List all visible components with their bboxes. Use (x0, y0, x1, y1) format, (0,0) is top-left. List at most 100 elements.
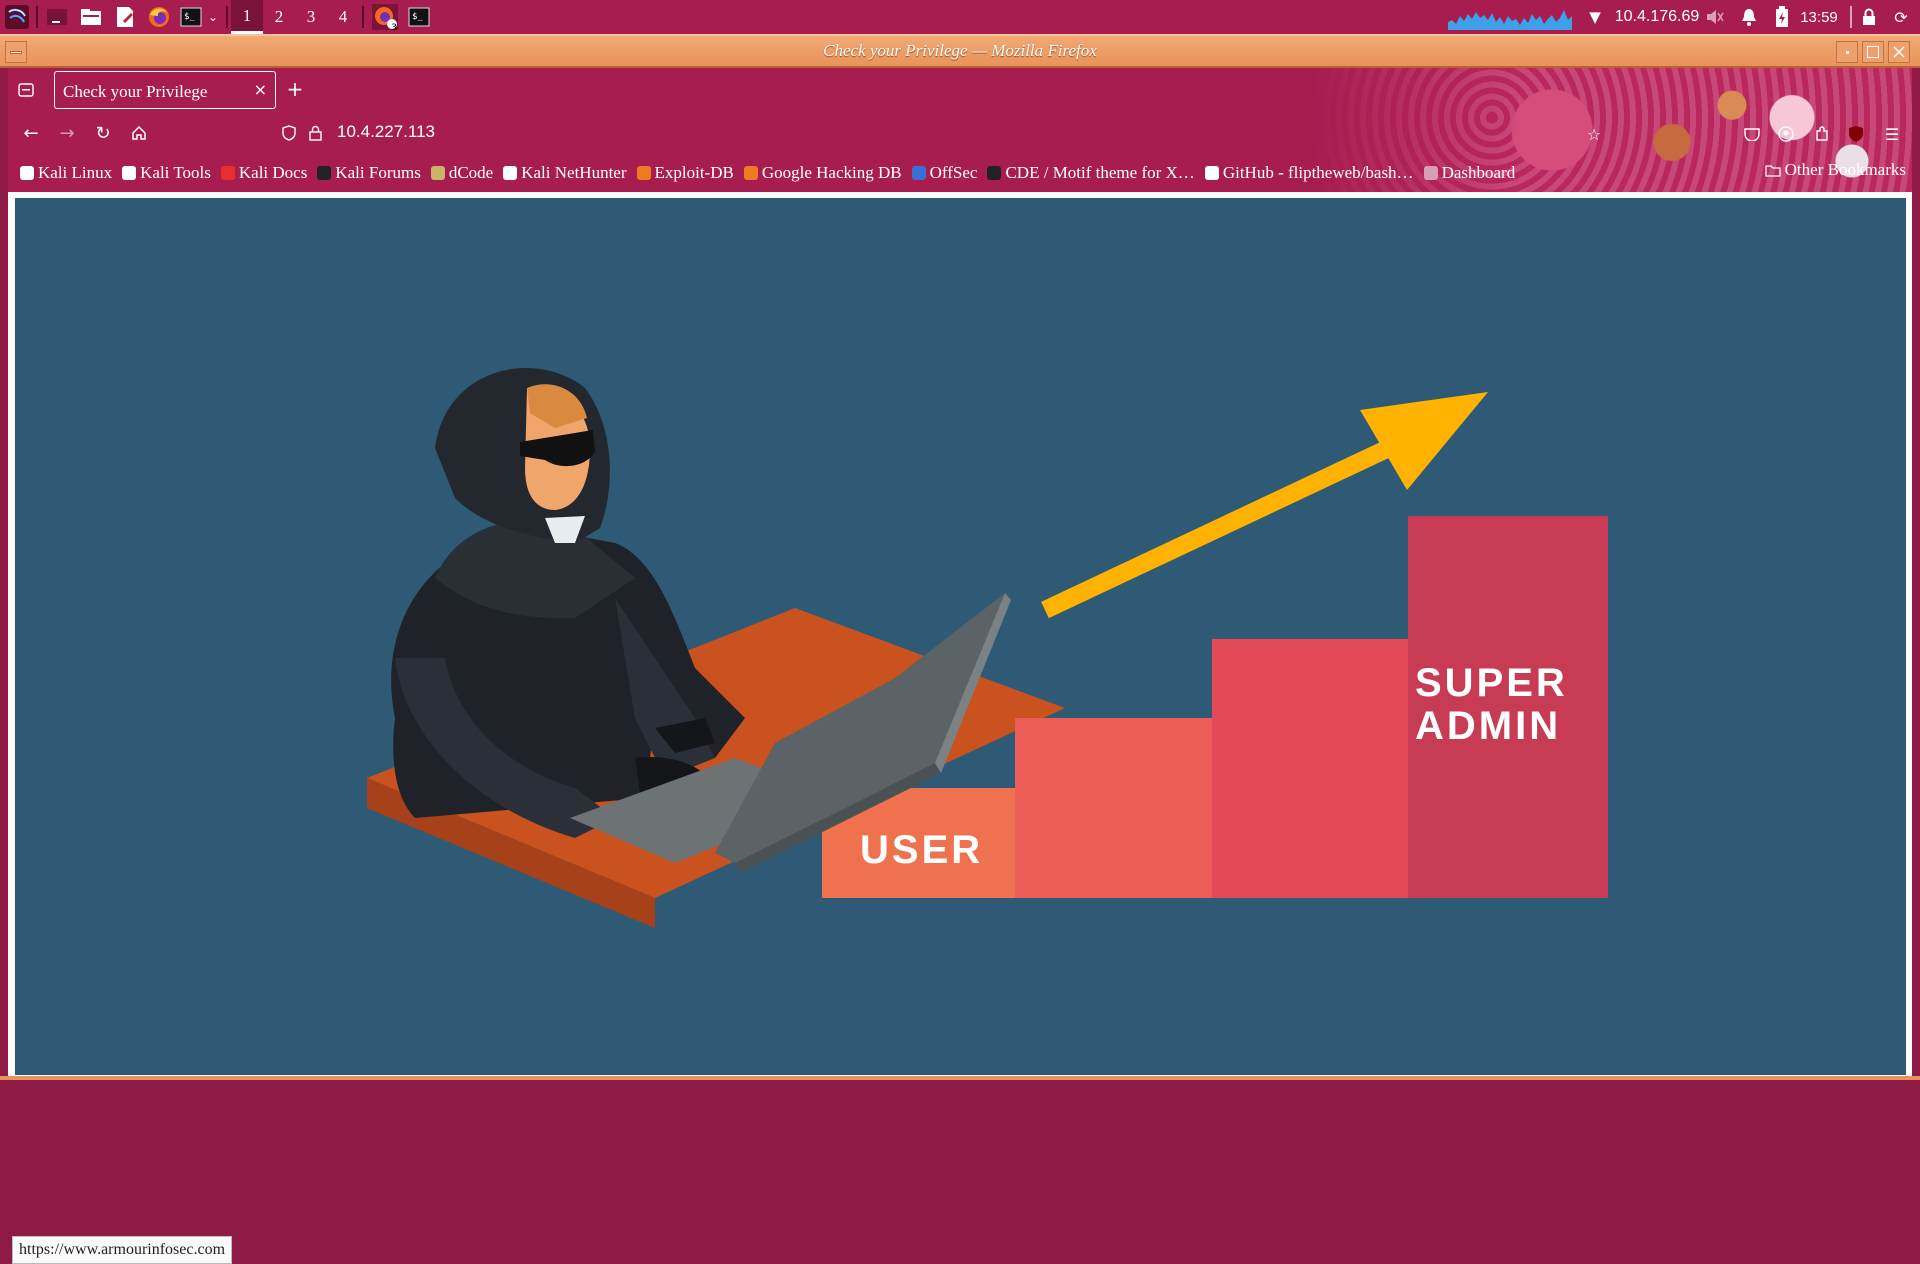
bookmark-item[interactable]: Kali NetHunter (499, 163, 632, 183)
bookmark-label: Kali Docs (238, 163, 308, 182)
workspace-3[interactable]: 3 (295, 0, 327, 34)
bookmark-favicon-icon (987, 166, 1002, 180)
bookmark-label: Kali NetHunter (521, 163, 627, 182)
tab-check-your-privilege[interactable]: Check your Privilege × (54, 71, 276, 109)
close-window-button[interactable] (1888, 41, 1910, 63)
bookmark-item[interactable]: CDE / Motif theme for X… (983, 163, 1200, 183)
browser-chrome: Check your Privilege × + ← → ↻ 10.4.227.… (8, 68, 1912, 192)
bookmark-label: Kali Forums (335, 163, 421, 182)
user-label: USER (860, 828, 983, 872)
bookmark-label: Dashboard (1441, 163, 1516, 182)
bookmark-favicon-icon (220, 166, 235, 180)
system-taskbar: $_ ⌄ 1 2 3 4 3 $_ ▼ 10.4.176.69 13:59 ⟳ (0, 0, 1920, 34)
text-editor-icon[interactable] (112, 3, 138, 31)
bookmark-item[interactable]: dCode (427, 163, 499, 183)
maximize-button[interactable] (1862, 41, 1884, 63)
extensions-icon[interactable] (1812, 124, 1832, 144)
firefox-window-button[interactable]: 3 (372, 3, 398, 33)
bookmark-item[interactable]: Dashboard (1420, 163, 1522, 183)
battery-charging-icon[interactable] (1772, 3, 1792, 31)
bookmark-favicon-icon (911, 166, 926, 180)
pocket-icon[interactable] (1742, 124, 1762, 144)
bookmark-label: Kali Tools (140, 163, 211, 182)
reload-icon[interactable]: ↻ (92, 122, 114, 144)
bookmark-label: OffSec (929, 163, 978, 182)
network-graph (1448, 3, 1572, 31)
window-title: Check your Privilege — Mozilla Firefox (823, 41, 1097, 60)
launcher-dropdown-icon[interactable]: ⌄ (206, 3, 220, 31)
workspace-4[interactable]: 4 (327, 0, 359, 34)
kali-menu-icon[interactable] (4, 3, 30, 31)
bookmark-item[interactable]: GitHub - flipthеweb/bash… (1201, 163, 1420, 183)
bookmark-label: Exploit-DB (654, 163, 734, 182)
other-bookmarks-label: Other Bookmarks (1784, 160, 1906, 179)
bookmark-item[interactable]: Kali Tools (118, 163, 217, 183)
bookmark-item[interactable]: Kali Forums (313, 163, 426, 183)
new-tab-button[interactable]: + (284, 77, 306, 101)
bookmark-label: GitHub - flipthеweb/bash… (1222, 163, 1414, 182)
other-bookmarks[interactable]: Other Bookmarks (1765, 160, 1906, 180)
logout-icon[interactable]: ⟳ (1890, 3, 1912, 31)
privilege-escalation-illustration: USER SUPER ADMIN (15, 198, 1906, 1075)
bookmark-label: dCode (448, 163, 494, 182)
tracking-shield-icon[interactable] (280, 124, 298, 142)
wifi-icon[interactable]: ▼ (1584, 3, 1606, 31)
bookmark-favicon-icon (430, 166, 445, 180)
svg-text:$_: $_ (412, 12, 423, 22)
hamburger-menu-icon[interactable]: ☰ (1882, 124, 1902, 144)
minimize-button[interactable] (1836, 41, 1858, 63)
super-label: SUPER (1415, 661, 1568, 705)
bookmark-item[interactable]: Google Hacking DB (740, 163, 908, 183)
workspace-label: 3 (306, 7, 316, 26)
forward-arrow-icon[interactable]: → (56, 122, 78, 144)
bookmark-favicon-icon (317, 166, 332, 180)
workspace-label: 1 (242, 5, 252, 25)
bookmark-favicon-icon (122, 166, 137, 180)
notifications-bell-icon[interactable] (1738, 3, 1760, 31)
bookmark-item[interactable]: OffSec (908, 163, 984, 183)
clock: 13:59 (1800, 8, 1838, 26)
home-icon[interactable] (128, 122, 150, 144)
window-count-badge: 3 (391, 23, 397, 33)
back-arrow-icon[interactable]: ← (20, 122, 42, 144)
terminal-launcher-icon[interactable]: $_ (178, 3, 204, 31)
padlock-icon[interactable] (306, 124, 324, 142)
workspace-1[interactable]: 1 (231, 0, 263, 34)
show-desktop-icon[interactable] (44, 3, 70, 31)
bookmark-item[interactable]: Kali Linux (16, 163, 118, 183)
ublock-icon[interactable] (1846, 124, 1866, 144)
bookmark-label: CDE / Motif theme for X… (1005, 163, 1195, 182)
window-titlebar[interactable]: Check your Privilege — Mozilla Firefox (0, 34, 1920, 68)
bookmark-item[interactable]: Kali Docs (217, 163, 313, 183)
firefox-view-icon[interactable] (16, 80, 36, 100)
page-viewport: USER SUPER ADMIN https://www.armourinfos… (8, 192, 1912, 1264)
folder-icon (1765, 165, 1781, 177)
bookmark-item[interactable]: Exploit-DB (633, 163, 740, 183)
workspace-label: 4 (338, 7, 348, 26)
step-2 (1015, 718, 1215, 898)
window-bottom-border (0, 1076, 1920, 1080)
volume-muted-icon[interactable] (1704, 3, 1726, 31)
bookmark-favicon-icon (1423, 166, 1438, 180)
url-bar[interactable]: 10.4.227.113 (337, 122, 435, 142)
bookmarks-toolbar: Kali Linux Kali Tools Kali Docs Kali Forums… (16, 160, 1521, 186)
tab-label: Check your Privilege (63, 82, 208, 101)
workspace-2[interactable]: 2 (263, 0, 295, 34)
file-manager-icon[interactable] (78, 3, 104, 31)
terminal-window-button[interactable]: $_ (406, 3, 432, 31)
account-icon[interactable] (1776, 124, 1796, 144)
bookmark-label: Kali Linux (38, 163, 113, 182)
lock-screen-icon[interactable] (1858, 3, 1880, 31)
bookmark-favicon-icon (503, 166, 518, 180)
link-status-bar: https://www.armourinfosec.com (12, 1236, 233, 1264)
bookmark-star-icon[interactable]: ☆ (1584, 124, 1604, 144)
bookmark-favicon-icon (636, 166, 651, 180)
close-tab-icon[interactable]: × (254, 80, 267, 99)
firefox-launcher-icon[interactable] (146, 3, 172, 31)
bookmark-favicon-icon (1204, 166, 1219, 180)
ip-address: 10.4.176.69 (1614, 8, 1700, 25)
admin-label: ADMIN (1415, 704, 1561, 748)
workspace-label: 2 (274, 7, 284, 26)
bookmark-label: Google Hacking DB (761, 163, 902, 182)
step-3 (1212, 639, 1412, 898)
